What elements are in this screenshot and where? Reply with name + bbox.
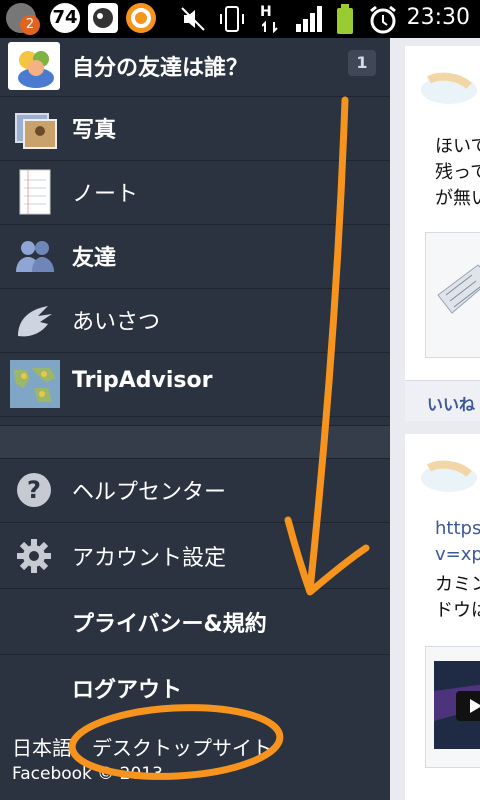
- network-type-label: H: [260, 4, 272, 20]
- menu-item-poke[interactable]: あいさつ: [0, 288, 390, 353]
- poke-icon: [10, 296, 60, 344]
- menu-item-find-friends[interactable]: 自分の友達は誰？ 1: [0, 38, 390, 97]
- menu-item-logout[interactable]: ログアウト: [0, 656, 390, 720]
- vibrate-icon: [220, 6, 244, 32]
- news-feed: ほいで 残って が無い いいね https: v=xpH カミン ドウは: [390, 38, 480, 800]
- battery-icon: [337, 4, 353, 34]
- side-menu: 自分の友達は誰？ 1 写真 ノート 友達 あいさつ TripAdvisor ? …: [0, 38, 390, 800]
- photos-icon: [10, 104, 60, 152]
- menu-item-label: ヘルプセンター: [72, 480, 227, 505]
- menu-footer: 日本語 デスクトップサイト Facebook © 2013: [0, 722, 390, 800]
- post-text-line: ドウは: [435, 600, 480, 621]
- menu-item-label: あいさつ: [72, 310, 161, 335]
- post-text-line: が無い: [435, 188, 480, 209]
- menu-item-notes[interactable]: ノート: [0, 160, 390, 225]
- avatar: [421, 460, 477, 492]
- count-badge: 1: [348, 50, 376, 76]
- post-text-line: カミン: [435, 574, 480, 595]
- app-circle-icon: [126, 3, 156, 33]
- menu-item-help-center[interactable]: ? ヘルプセンター: [0, 458, 390, 523]
- notification-count-badge: 2: [20, 15, 40, 35]
- notification-icon: 2: [6, 3, 40, 35]
- language-link[interactable]: 日本語: [12, 732, 72, 761]
- post-text-line: ほいで: [435, 136, 480, 157]
- like-button[interactable]: いいね: [427, 391, 475, 415]
- menu-item-account-settings[interactable]: アカウント設定: [0, 524, 390, 589]
- mute-icon: [181, 7, 205, 31]
- menu-item-label: 写真: [72, 118, 117, 143]
- app-notification-icon: [88, 3, 118, 33]
- battery-level-badge: 74: [50, 3, 80, 33]
- avatar: [421, 72, 477, 104]
- signal-icon: [296, 6, 322, 32]
- gear-icon: [10, 532, 60, 580]
- data-arrows-icon: [262, 20, 278, 34]
- feed-post: ほいで 残って が無い いいね: [405, 46, 480, 421]
- menu-item-label: ノート: [72, 182, 139, 207]
- post-actions: いいね: [405, 380, 480, 421]
- menu-item-friends[interactable]: 友達: [0, 224, 390, 289]
- menu-item-label: アカウント設定: [72, 546, 227, 571]
- feed-post: https: v=xpH カミン ドウは: [405, 434, 480, 800]
- post-link-line[interactable]: https:: [435, 518, 480, 539]
- video-preview[interactable]: [425, 646, 480, 768]
- help-icon: ?: [10, 466, 60, 514]
- menu-item-label: TripAdvisor: [72, 368, 213, 393]
- svg-text:?: ?: [27, 476, 41, 504]
- menu-item-label: ログアウト: [72, 678, 183, 703]
- newspaper-icon: [437, 264, 480, 314]
- clock: 23:30: [406, 5, 470, 30]
- status-bar: 2 74 H 23:30: [0, 0, 480, 38]
- menu-item-label: プライバシー&規約: [72, 612, 267, 637]
- post-text-line: 残って: [435, 162, 480, 183]
- friends-icon: [10, 232, 60, 280]
- menu-item-privacy-terms[interactable]: プライバシー&規約: [0, 590, 390, 655]
- desktop-site-link[interactable]: デスクトップサイト: [92, 732, 272, 761]
- tripadvisor-map-icon: [10, 360, 60, 408]
- alarm-icon: [370, 5, 396, 34]
- menu-item-label: 友達: [72, 246, 117, 271]
- video-thumbnail: [434, 661, 480, 749]
- menu-divider: [0, 425, 390, 459]
- menu-item-label: 自分の友達は誰？: [72, 56, 249, 81]
- friends-finder-icon: [8, 42, 60, 90]
- copyright: Facebook © 2013: [12, 764, 163, 784]
- menu-item-photos[interactable]: 写真: [0, 96, 390, 161]
- link-preview[interactable]: [425, 232, 480, 358]
- menu-item-tripadvisor[interactable]: TripAdvisor: [0, 352, 390, 417]
- post-link-line[interactable]: v=xpH: [435, 544, 480, 565]
- notes-icon: [10, 168, 60, 216]
